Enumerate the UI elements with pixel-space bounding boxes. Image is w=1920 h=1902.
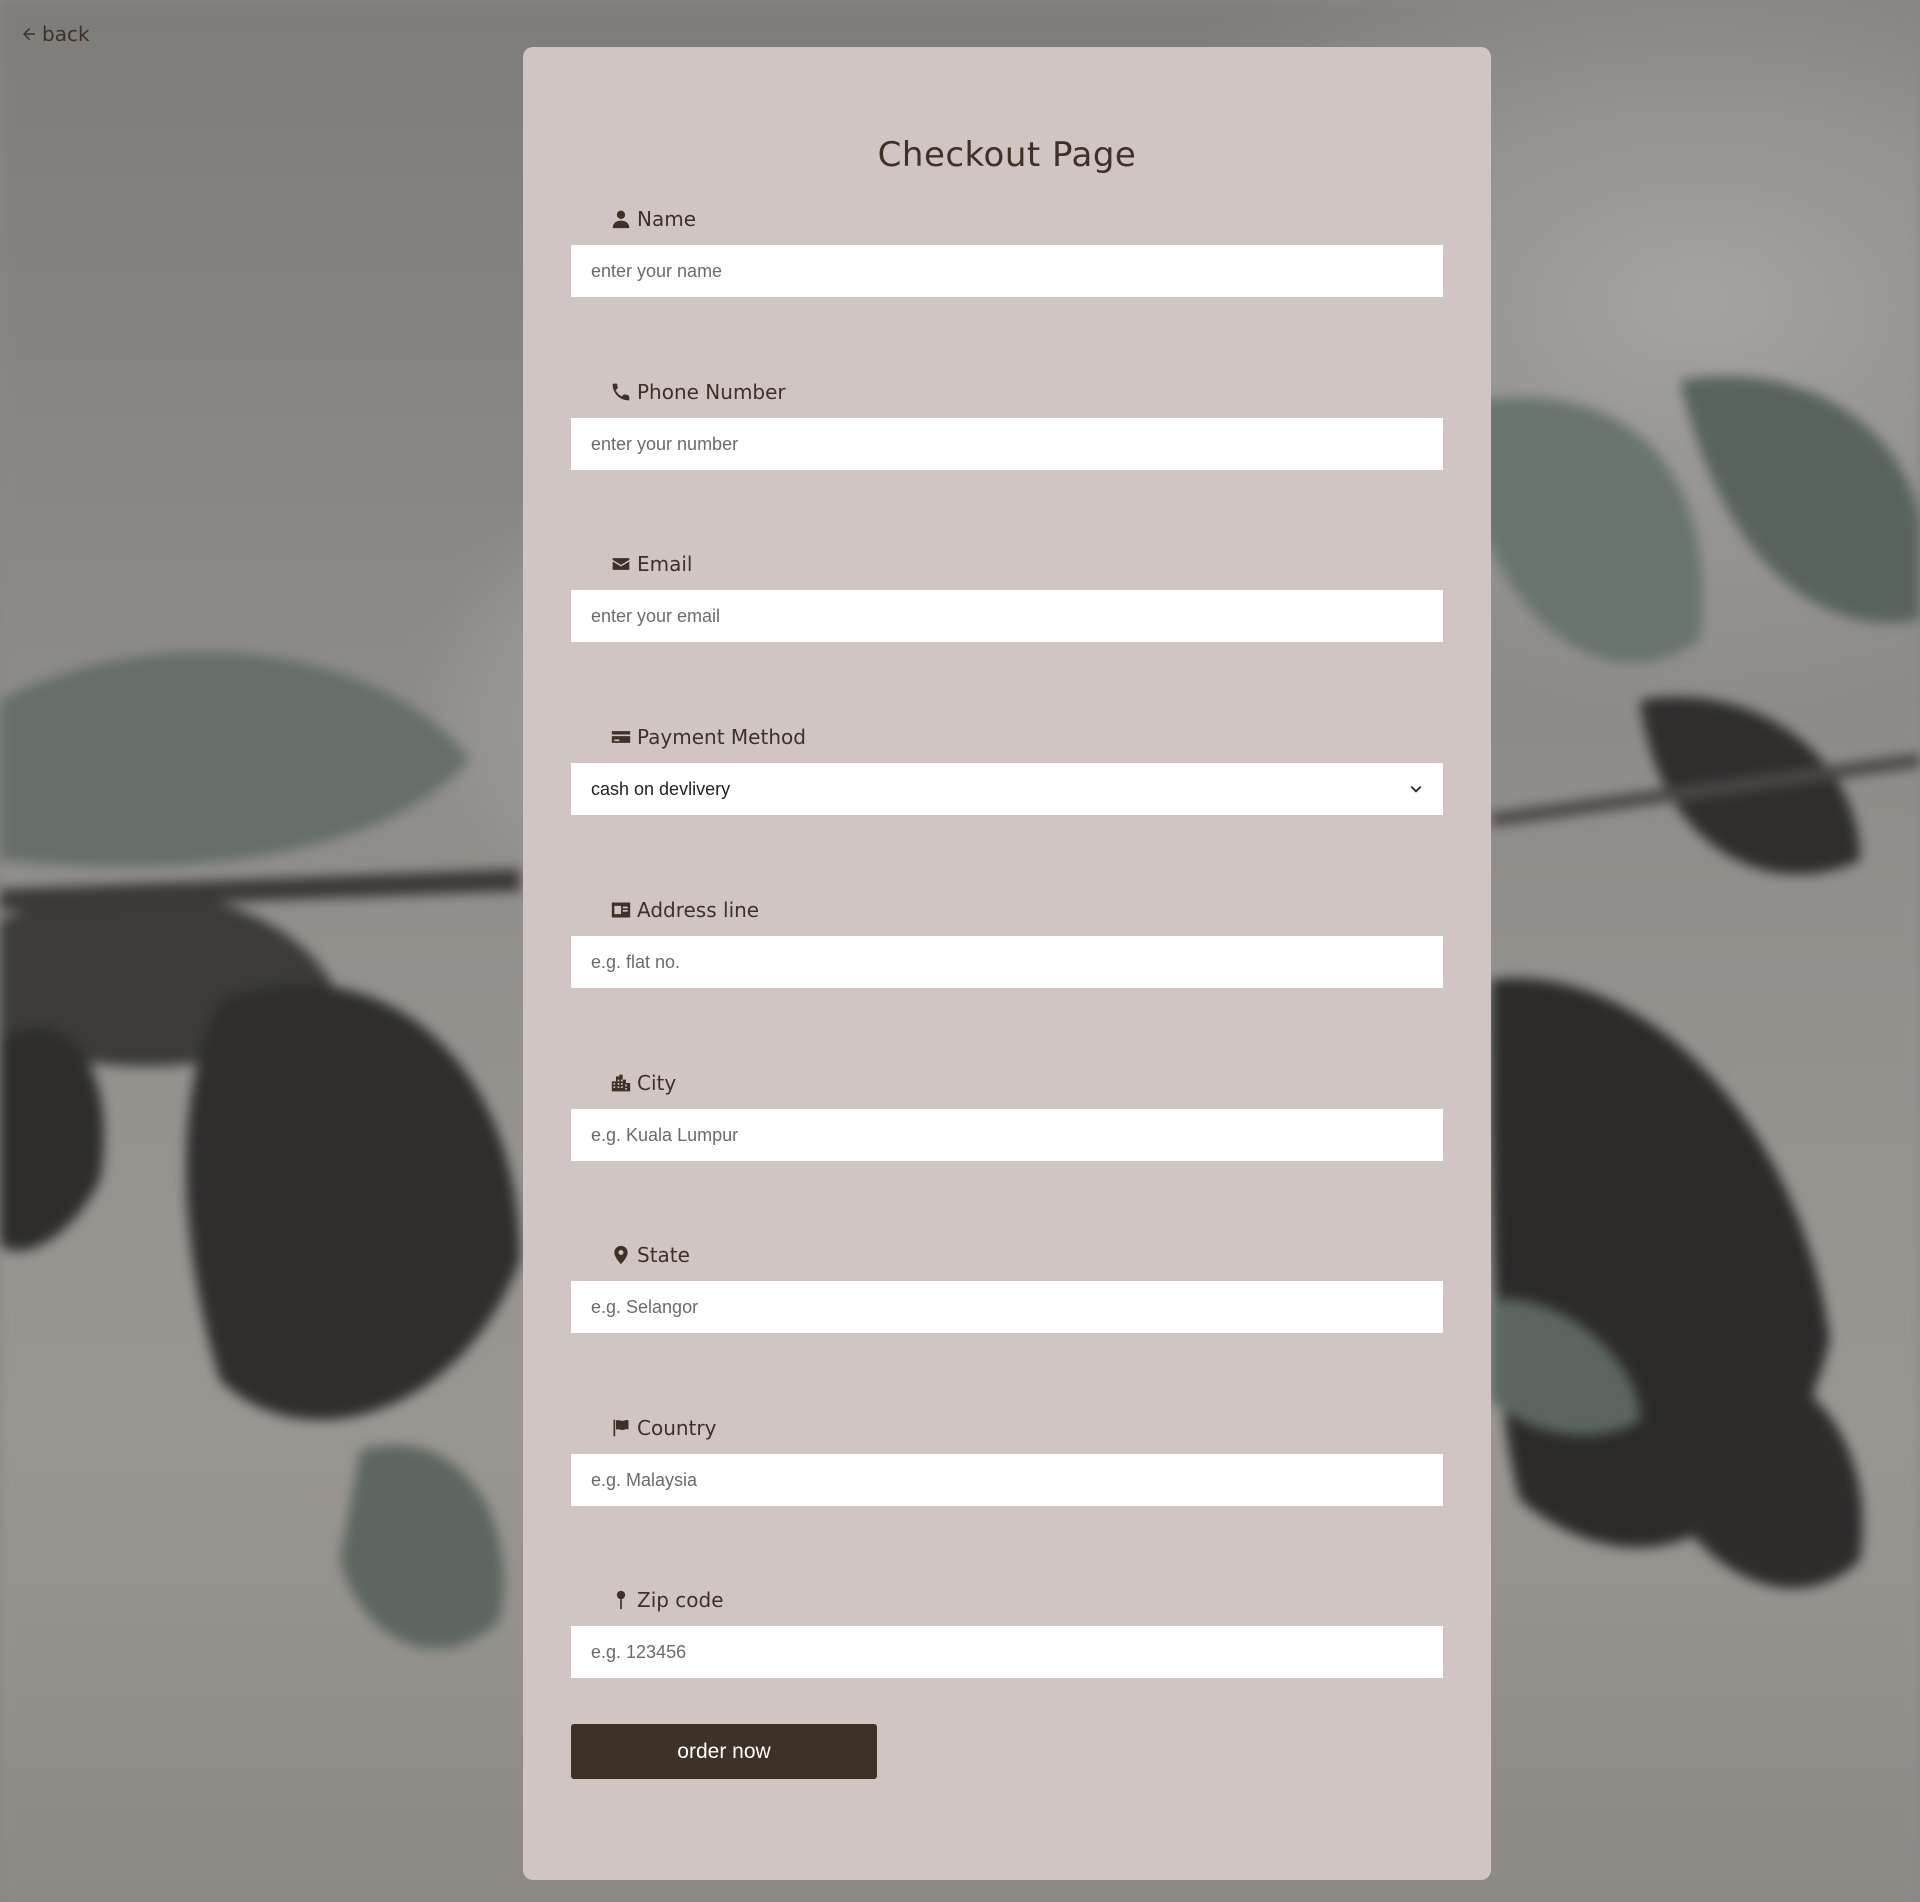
order-now-button[interactable]: order now	[571, 1724, 877, 1779]
back-link[interactable]: back	[20, 22, 90, 46]
state-label-text: State	[637, 1243, 690, 1267]
map-marker-icon	[611, 1245, 631, 1265]
payment-label-text: Payment Method	[637, 725, 806, 749]
email-input[interactable]	[571, 590, 1443, 642]
zip-label-text: Zip code	[637, 1588, 724, 1612]
email-field-group: Email	[571, 550, 1443, 642]
city-field-group: City	[571, 1069, 1443, 1161]
zip-field-group: Zip code	[571, 1586, 1443, 1678]
name-label: Name	[611, 205, 1443, 233]
credit-card-icon	[611, 727, 631, 747]
flag-icon	[611, 1418, 631, 1438]
zip-input[interactable]	[571, 1626, 1443, 1678]
arrow-left-icon	[23, 28, 35, 40]
country-input[interactable]	[571, 1454, 1443, 1506]
checkout-card: Checkout Page Name Phone Number Email	[523, 47, 1491, 1880]
state-input[interactable]	[571, 1281, 1443, 1333]
address-input[interactable]	[571, 936, 1443, 988]
name-input[interactable]	[571, 245, 1443, 297]
envelope-icon	[611, 554, 631, 574]
phone-label-text: Phone Number	[637, 380, 786, 404]
phone-input[interactable]	[571, 418, 1443, 470]
chevron-down-icon	[1410, 786, 1422, 793]
phone-field-group: Phone Number	[571, 378, 1443, 470]
zip-label: Zip code	[611, 1586, 1443, 1614]
phone-label: Phone Number	[611, 378, 1443, 406]
back-link-label: back	[42, 22, 90, 46]
user-icon	[611, 209, 631, 229]
state-field-group: State	[571, 1241, 1443, 1333]
country-field-group: Country	[571, 1414, 1443, 1506]
city-input[interactable]	[571, 1109, 1443, 1161]
phone-icon	[611, 382, 631, 402]
city-icon	[611, 1073, 631, 1093]
city-label: City	[611, 1069, 1443, 1097]
city-label-text: City	[637, 1071, 677, 1095]
address-card-icon	[611, 900, 631, 920]
state-label: State	[611, 1241, 1443, 1269]
country-label-text: Country	[637, 1416, 717, 1440]
email-label-text: Email	[637, 552, 693, 576]
payment-label: Payment Method	[611, 723, 1443, 751]
payment-method-select[interactable]: cash on devlivery	[571, 763, 1443, 815]
page-title: Checkout Page	[877, 135, 1137, 175]
name-field-group: Name	[571, 205, 1443, 297]
email-label: Email	[611, 550, 1443, 578]
address-field-group: Address line	[571, 896, 1443, 988]
address-label: Address line	[611, 896, 1443, 924]
address-label-text: Address line	[637, 898, 760, 922]
map-pin-icon	[611, 1590, 631, 1610]
country-label: Country	[611, 1414, 1443, 1442]
payment-field-group: Payment Method cash on devlivery	[571, 723, 1443, 815]
name-label-text: Name	[637, 207, 697, 231]
payment-method-value: cash on devlivery	[591, 778, 731, 799]
